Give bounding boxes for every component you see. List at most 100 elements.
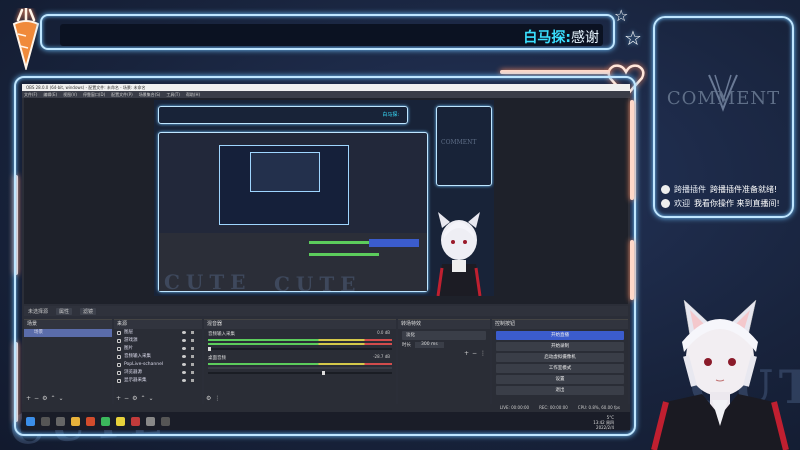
virtual-camera-button[interactable]: 启动虚拟摄像机	[496, 353, 624, 362]
volume-meter	[208, 343, 392, 345]
source-name: 图层	[124, 330, 133, 335]
chat-sender: 跨播插件	[674, 185, 706, 194]
obs-icon[interactable]	[131, 416, 140, 426]
menu-profile[interactable]: 配置文件(P)	[111, 91, 133, 98]
eye-icon[interactable]	[182, 371, 186, 374]
volume-meter	[208, 339, 392, 341]
lock-icon[interactable]	[191, 355, 194, 358]
eye-icon[interactable]	[182, 339, 186, 342]
sources-title: 来源	[114, 320, 202, 329]
mixer-channel: 桌面音频 -28.7 dB	[204, 353, 396, 377]
properties-button[interactable]: 属性	[56, 307, 73, 315]
menu-help[interactable]: 帮助(H)	[186, 91, 200, 98]
menu-file[interactable]: 文件(F)	[24, 91, 37, 98]
lock-icon[interactable]	[191, 331, 194, 334]
menu-tools[interactable]: 工具(T)	[166, 91, 180, 98]
lock-icon[interactable]	[191, 371, 194, 374]
chat-text: 跨播插件准备就绪!	[710, 185, 778, 194]
source-type-icon	[117, 339, 121, 343]
menu-icon[interactable]: ⋮	[214, 395, 220, 402]
start-streaming-button[interactable]: 开始直播	[496, 331, 624, 340]
source-type-icon	[117, 379, 121, 383]
banner-username: 白马探:	[523, 30, 571, 46]
move-down-icon[interactable]: ⌄	[148, 395, 153, 402]
studio-mode-button[interactable]: 工作室模式	[496, 364, 624, 373]
preview-canvas[interactable]: 白马探: COMMENT CUTE CUTE	[154, 100, 494, 296]
move-up-icon[interactable]: ⌃	[50, 395, 55, 402]
mixer-dock: 混音器 音频输入采集 0.0 dB 桌面音频 -28.7 dB ⚙ ⋮	[204, 319, 396, 404]
settings-icon[interactable]: ⚙	[132, 395, 137, 402]
volume-knob[interactable]	[322, 371, 326, 375]
transition-select[interactable]: 淡化	[402, 331, 486, 340]
eye-icon[interactable]	[182, 379, 186, 382]
avatar-character	[436, 212, 482, 296]
start-recording-button[interactable]: 开始录制	[496, 342, 624, 351]
chat-message: 欢迎 我看你操作 来到直播间!	[661, 198, 780, 209]
chat-message: 跨播插件 跨播插件准备就绪!	[661, 184, 777, 195]
filters-button[interactable]: 滤镜	[80, 307, 97, 315]
sources-dock: 来源 图层 游戏源 图片 音频输入采集 PopLive-schannel 浏览器…	[114, 319, 202, 404]
move-down-icon[interactable]: ⌄	[58, 395, 63, 402]
settings-button[interactable]: 设置	[496, 375, 624, 384]
source-name: 浏览器源	[124, 370, 142, 375]
source-name: 显示器采集	[124, 378, 147, 383]
add-icon[interactable]: +	[116, 395, 121, 402]
add-icon[interactable]: +	[26, 395, 31, 402]
neon-line	[500, 70, 610, 74]
taskbar: 5°C 13:42 周四 2022/2/4	[22, 412, 630, 430]
eye-icon[interactable]	[182, 363, 186, 366]
eye-icon[interactable]	[182, 355, 186, 358]
menu-scene-collection[interactable]: 场景集合(S)	[139, 91, 161, 98]
settings-icon[interactable]: ⚙	[42, 395, 47, 402]
banner-inner	[60, 24, 603, 46]
move-up-icon[interactable]: ⌃	[140, 395, 145, 402]
lock-icon[interactable]	[191, 347, 194, 350]
source-item[interactable]: 游戏源	[114, 337, 202, 345]
windows-start-icon[interactable]	[26, 416, 35, 426]
cpu-status: CPU: 0.8%, 60.00 fps	[577, 405, 620, 410]
chrome-icon[interactable]	[101, 416, 110, 426]
exit-button[interactable]: 退出	[496, 386, 624, 395]
volume-slider[interactable]	[208, 371, 392, 375]
lock-icon[interactable]	[191, 379, 194, 382]
app-icon[interactable]	[161, 416, 170, 426]
lock-icon[interactable]	[191, 363, 194, 366]
task-view-icon[interactable]	[56, 416, 65, 426]
scenes-title: 场景	[24, 320, 112, 329]
neon-line	[630, 240, 634, 300]
lock-icon[interactable]	[191, 339, 194, 342]
menu-icon[interactable]: ⋮	[480, 350, 486, 357]
volume-knob[interactable]	[208, 347, 211, 351]
eye-icon[interactable]	[182, 347, 186, 350]
volume-slider[interactable]	[208, 347, 392, 351]
nested-banner: 白马探:	[158, 106, 408, 124]
source-item[interactable]: 图层	[114, 329, 202, 337]
taskbar-clock[interactable]: 5°C 13:42 周四 2022/2/4	[593, 415, 614, 430]
source-item[interactable]: PopLive-schannel	[114, 361, 202, 369]
eye-icon[interactable]	[182, 331, 186, 334]
nested-preview	[219, 145, 349, 225]
channel-db: 0.0 dB	[377, 330, 390, 335]
file-explorer-icon[interactable]	[71, 416, 80, 426]
remove-icon[interactable]: −	[124, 395, 129, 402]
neon-line	[630, 100, 634, 200]
star-icon: ☆	[624, 26, 642, 50]
remove-icon[interactable]: −	[472, 350, 477, 357]
source-item[interactable]: 显示器采集	[114, 377, 202, 385]
add-icon[interactable]: +	[464, 350, 469, 357]
status-bar: LIVE: 00:00:00 REC: 00:00:00 CPU: 0.8%, …	[22, 404, 630, 412]
source-item[interactable]: 音频输入采集	[114, 353, 202, 361]
remove-icon[interactable]: −	[34, 395, 39, 402]
source-item[interactable]: 图片	[114, 345, 202, 353]
scene-item[interactable]: 场景	[24, 329, 112, 337]
settings-icon[interactable]: ⚙	[206, 395, 211, 402]
app-icon[interactable]	[86, 416, 95, 426]
menu-view[interactable]: 视图(V)	[63, 91, 77, 98]
source-item[interactable]: 浏览器源	[114, 369, 202, 377]
menu-edit[interactable]: 编辑(E)	[43, 91, 57, 98]
app-icon[interactable]	[146, 416, 155, 426]
menu-docks[interactable]: 停靠窗口(D)	[83, 91, 105, 98]
search-icon[interactable]	[41, 416, 50, 426]
duration-input[interactable]: 300 ms	[415, 342, 444, 348]
app-icon[interactable]	[116, 416, 125, 426]
